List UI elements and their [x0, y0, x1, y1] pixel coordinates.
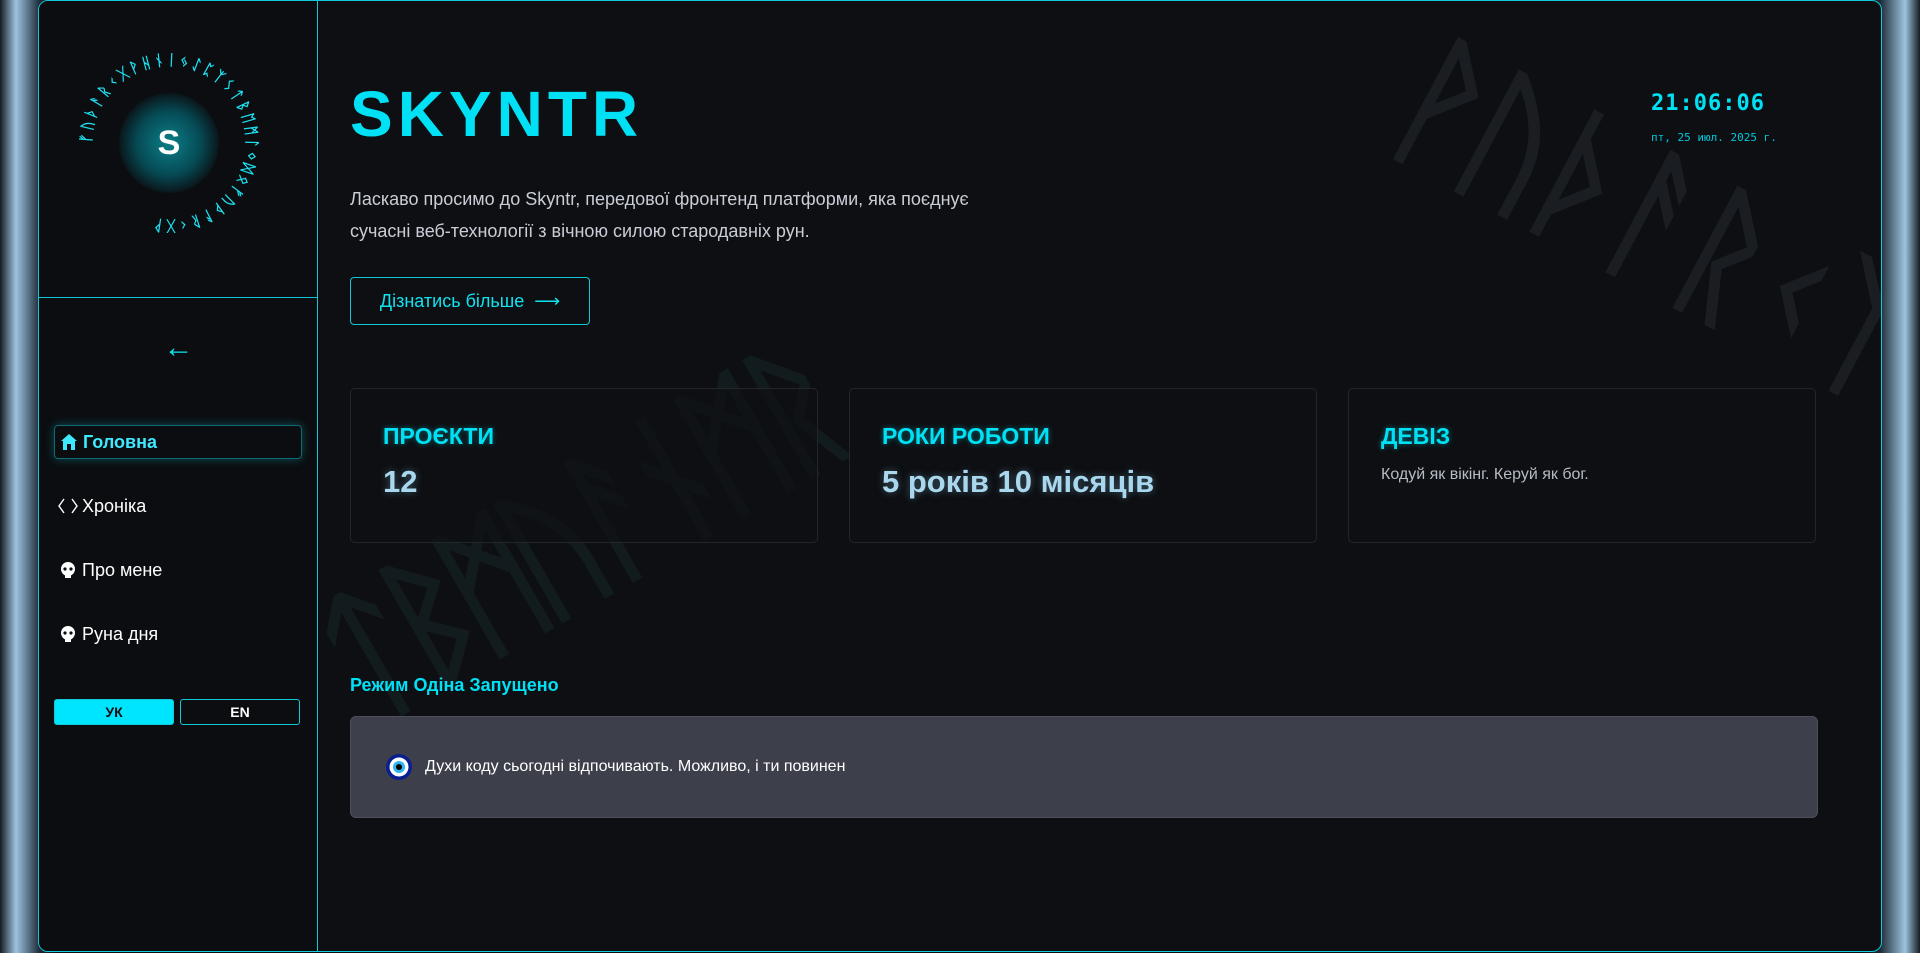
home-icon	[57, 433, 81, 451]
logo-letter[interactable]: S	[119, 93, 219, 193]
language-uk-button[interactable]: УК	[54, 699, 174, 725]
stat-card-years: РОКИ РОБОТИ 5 років 10 місяців	[849, 388, 1317, 543]
sidebar-item-about[interactable]: Про мене	[54, 553, 302, 587]
stat-card-projects: ПРОЄКТИ 12	[350, 388, 818, 543]
watermark-top-right: ᚹᚢᚦᚨᚱᚲᛉ	[1361, 9, 1881, 430]
evil-eye-icon	[386, 754, 412, 780]
language-switcher: УК EN	[54, 699, 300, 725]
sidebar-item-rune-of-day[interactable]: Руна дня	[54, 617, 302, 651]
stat-value: 5 років 10 місяців	[882, 464, 1155, 499]
logo-area: ᚠᚢᚦᚨᚱᚲᚷᚹᚺᚾᛁᛃᛇᛈᛉᛊᛏᛒᛖᛗᛚᛜᛞᛟᚠᚢᚦᚨᚱᚲᚷᚹ S	[39, 1, 317, 298]
app-frame: ᚠᚢᚦᚨᚱᚲᚷᚹᚺᚾᛁᛃᛇᛈᛉᛊᛏᛒᛖᛗᛚᛜᛞᛟᚠᚢᚦᚨᚱᚲᚷᚹ S ← Гол…	[38, 0, 1882, 952]
sidebar-item-label: Хроніка	[82, 495, 147, 516]
clock-date: пт, 25 июл. 2025 г.	[1651, 131, 1777, 144]
skull-icon	[56, 561, 80, 579]
stat-motto: Кодуй як вікінг. Керуй як бог.	[1381, 466, 1589, 483]
sidebar-item-label: Руна дня	[82, 623, 159, 644]
sidebar-item-chronicle[interactable]: Хроніка	[54, 489, 302, 523]
collapse-sidebar-button[interactable]: ←	[39, 331, 318, 365]
stat-card-motto: ДЕВІЗ Кодуй як вікінг. Керуй як бог.	[1348, 388, 1816, 543]
sidebar-nav: Головна Хроніка Про мене Руна дня	[54, 425, 302, 681]
stat-title: РОКИ РОБОТИ	[882, 423, 1050, 449]
sidebar-item-label: Головна	[83, 431, 157, 452]
arrow-right-icon: ⟶	[534, 290, 561, 311]
sidebar: ᚠᚢᚦᚨᚱᚲᚷᚹᚺᚾᛁᛃᛇᛈᛉᛊᛏᛒᛖᛗᛚᛜᛞᛟᚠᚢᚦᚨᚱᚲᚷᚹ S ← Гол…	[39, 1, 318, 951]
main-content: ᚹᚢᚦᚨᚱᚲᛉ ᛏᛒᛗᚢᚨᚾᛗᚱ SKYNTR 21:06:06 пт, 25 …	[318, 1, 1881, 951]
skull-icon	[56, 625, 80, 643]
language-en-button[interactable]: EN	[180, 699, 300, 725]
intro-text: Ласкаво просимо до Skyntr, передової фро…	[350, 189, 969, 241]
learn-more-button[interactable]: Дізнатись більше ⟶	[350, 277, 590, 325]
clock-time: 21:06:06	[1651, 91, 1765, 116]
odin-notice: Духи коду сьогодні відпочивають. Можливо…	[350, 716, 1818, 818]
odin-message: Духи коду сьогодні відпочивають. Можливо…	[425, 758, 846, 775]
odin-mode-label: Режим Одіна Запущено	[350, 675, 559, 695]
sidebar-item-home[interactable]: Головна	[54, 425, 302, 459]
sidebar-item-label: Про мене	[82, 559, 163, 580]
stat-title: ДЕВІЗ	[1381, 423, 1451, 449]
code-icon	[56, 497, 80, 515]
page-title: SKYNTR	[350, 78, 644, 150]
stat-value: 12	[383, 464, 418, 499]
stat-title: ПРОЄКТИ	[383, 423, 495, 449]
learn-more-label: Дізнатись більше	[379, 290, 525, 311]
